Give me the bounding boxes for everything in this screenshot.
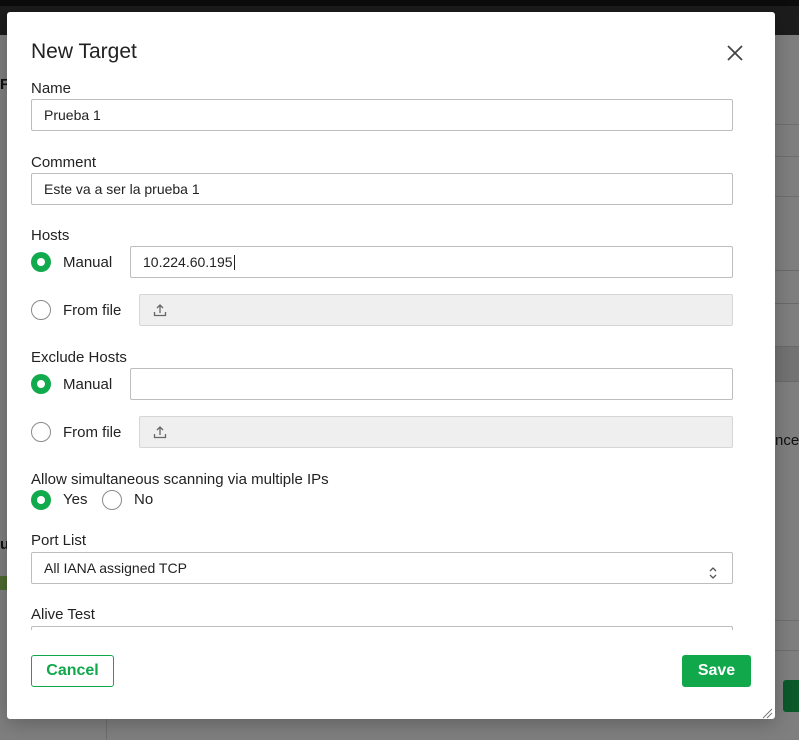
hosts-from-file-radio[interactable] <box>31 300 51 320</box>
simultaneous-yes-label: Yes <box>63 491 88 508</box>
exclude-hosts-manual-input[interactable] <box>130 368 733 400</box>
background-app-topstrip <box>0 0 799 6</box>
cancel-button[interactable]: Cancel <box>31 655 114 687</box>
comment-label: Comment <box>31 154 97 171</box>
hosts-label: Hosts <box>31 227 70 244</box>
chevron-up-down-icon <box>708 561 718 591</box>
name-input[interactable]: Prueba 1 <box>31 99 733 131</box>
background-divider <box>775 650 799 651</box>
simultaneous-yes-radio[interactable] <box>31 490 51 510</box>
alive-test-select[interactable] <box>31 626 733 630</box>
exclude-hosts-manual-label: Manual <box>63 376 113 393</box>
background-divider <box>775 196 799 197</box>
new-target-dialog: New Target Name Prueba 1 Comment Este va… <box>7 12 775 719</box>
exclude-hosts-manual-radio[interactable] <box>31 374 51 394</box>
background-divider <box>775 156 799 157</box>
hosts-from-file-label: From file <box>63 302 122 319</box>
simultaneous-no-radio[interactable] <box>102 490 122 510</box>
background-divider <box>106 719 107 740</box>
exclude-hosts-from-file-radio[interactable] <box>31 422 51 442</box>
simultaneous-scanning-label: Allow simultaneous scanning via multiple… <box>31 471 329 488</box>
port-list-value: All IANA assigned TCP <box>44 560 187 576</box>
save-button[interactable]: Save <box>682 655 751 687</box>
exclude-hosts-label: Exclude Hosts <box>31 349 127 366</box>
background-fragment-nce: nce <box>775 432 799 449</box>
hosts-file-input[interactable] <box>139 294 733 326</box>
dialog-title: New Target <box>31 40 137 63</box>
exclude-hosts-from-file-label: From file <box>63 424 122 441</box>
name-label: Name <box>31 80 72 97</box>
port-list-select[interactable]: All IANA assigned TCP <box>31 552 733 584</box>
background-button <box>783 680 799 712</box>
alive-test-label: Alive Test <box>31 606 95 623</box>
upload-icon <box>153 303 167 322</box>
background-divider <box>775 620 799 621</box>
exclude-hosts-file-input[interactable] <box>139 416 733 448</box>
upload-icon <box>153 425 167 444</box>
close-icon[interactable] <box>725 43 745 63</box>
background-green-bar <box>0 576 7 590</box>
resize-handle-icon[interactable] <box>761 706 773 724</box>
hosts-manual-radio[interactable] <box>31 252 51 272</box>
hosts-manual-input[interactable]: 10.224.60.195 <box>130 246 733 278</box>
hosts-manual-label: Manual <box>63 254 113 271</box>
text-caret <box>233 255 235 270</box>
port-list-label: Port List <box>31 532 87 549</box>
simultaneous-no-label: No <box>134 491 154 508</box>
comment-input[interactable]: Este va a ser la prueba 1 <box>31 173 733 205</box>
background-divider <box>775 124 799 125</box>
hosts-manual-value: 10.224.60.195 <box>143 254 233 270</box>
dialog-content: Name Prueba 1 Comment Este va a ser la p… <box>31 72 741 630</box>
